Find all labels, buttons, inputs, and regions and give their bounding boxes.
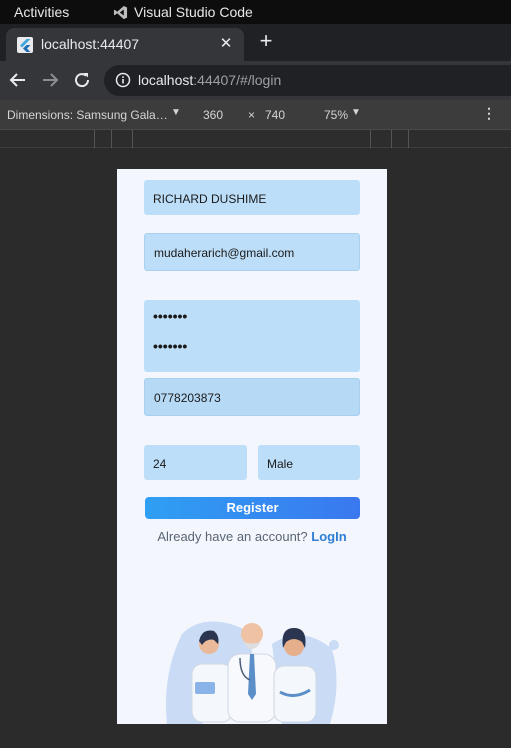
password-group: ••••••• ••••••• [144, 300, 360, 372]
times-symbol: × [248, 108, 256, 122]
media-query-ruler [0, 130, 511, 148]
device-viewport: RICHARD DUSHIME mudaherarich@gmail.com •… [117, 169, 387, 724]
password-field[interactable]: ••••••• [153, 308, 187, 324]
dimensions-dropdown-icon[interactable]: ▼ [171, 107, 181, 118]
name-field[interactable]: RICHARD DUSHIME [144, 180, 360, 215]
active-app-indicator[interactable]: Visual Studio Code [113, 4, 253, 20]
reload-icon[interactable] [71, 69, 93, 91]
more-options-icon[interactable]: ⋮ [482, 105, 496, 122]
age-value: 24 [153, 457, 167, 471]
doctors-illustration [166, 621, 339, 724]
forward-arrow-icon[interactable] [39, 69, 61, 91]
address-bar[interactable]: localhost:44407/#/login [104, 65, 511, 96]
url-host: localhost [138, 72, 194, 88]
activities-button[interactable]: Activities [14, 4, 69, 20]
device-dimensions-select[interactable]: Dimensions: Samsung Gala… [7, 108, 168, 122]
browser-tab[interactable]: localhost:44407 ✕ [6, 28, 244, 61]
gender-value: Male [267, 457, 294, 471]
url-text: localhost:44407/#/login [138, 72, 281, 88]
device-width-input[interactable]: 360 [203, 108, 223, 122]
login-prompt-text: Already have an account? [157, 529, 308, 544]
zoom-select[interactable]: 75% [324, 108, 348, 122]
browser-toolbar: localhost:44407/#/login [0, 61, 511, 100]
name-value: RICHARD DUSHIME [153, 192, 267, 206]
vscode-icon [113, 5, 128, 19]
zoom-dropdown-icon[interactable]: ▼ [351, 107, 361, 118]
login-link[interactable]: LogIn [311, 529, 346, 544]
confirm-password-field[interactable]: ••••••• [153, 338, 187, 354]
email-value: mudaherarich@gmail.com [154, 246, 295, 260]
close-tab-icon[interactable]: ✕ [218, 34, 234, 52]
active-app-name: Visual Studio Code [134, 4, 253, 20]
new-tab-icon[interactable]: + [256, 28, 276, 54]
gender-field[interactable]: Male [258, 445, 360, 480]
device-toolbar: Dimensions: Samsung Gala… ▼ 360 × 740 75… [0, 100, 511, 130]
age-field[interactable]: 24 [144, 445, 247, 480]
tab-title: localhost:44407 [41, 36, 140, 52]
register-button[interactable]: Register [145, 497, 360, 519]
url-path: :44407/#/login [193, 72, 282, 88]
os-top-bar: Activities Visual Studio Code [0, 0, 511, 24]
back-arrow-icon[interactable] [7, 69, 29, 91]
phone-value: 0778203873 [154, 391, 221, 405]
login-prompt-line: Already have an account? LogIn [117, 529, 387, 544]
device-height-input[interactable]: 740 [265, 108, 285, 122]
phone-field[interactable]: 0778203873 [144, 378, 360, 416]
email-field[interactable]: mudaherarich@gmail.com [144, 233, 360, 271]
flutter-favicon-icon [17, 37, 33, 53]
site-info-icon[interactable] [115, 72, 131, 88]
browser-tab-strip: localhost:44407 ✕ + [0, 24, 511, 61]
